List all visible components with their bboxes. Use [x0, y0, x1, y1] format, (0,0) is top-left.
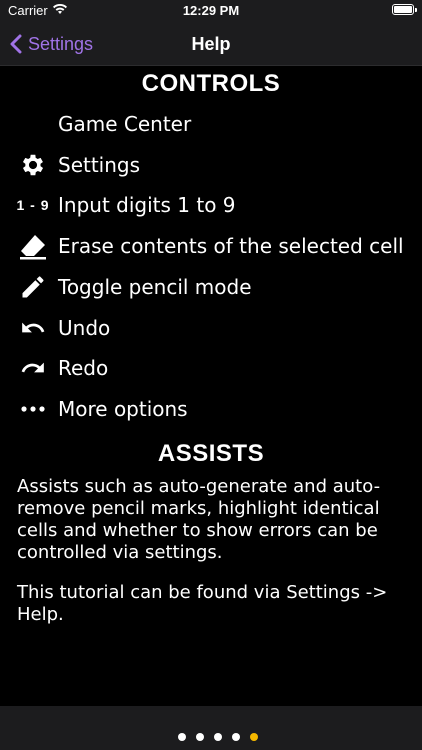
pager-bar	[0, 706, 422, 750]
page-dot[interactable]	[232, 733, 240, 741]
digits-icon-text: 1 - 9	[16, 197, 50, 213]
control-row-settings: Settings	[0, 145, 422, 185]
more-options-icon	[18, 394, 48, 424]
battery-icon	[392, 4, 417, 15]
control-row-redo: Redo	[0, 348, 422, 388]
control-row-digits: 1 - 9 Input digits 1 to 9	[0, 185, 422, 225]
control-label: Erase contents of the selected cell	[58, 234, 404, 258]
control-label: Redo	[58, 356, 109, 380]
control-label: Input digits 1 to 9	[58, 193, 236, 217]
control-label: More options	[58, 397, 188, 421]
navigation-bar: Settings Help	[0, 22, 422, 66]
page-dot-active[interactable]	[250, 733, 258, 741]
control-row-game-center: Game Center	[0, 104, 422, 144]
control-row-undo: Undo	[0, 308, 422, 348]
control-row-erase: Erase contents of the selected cell	[0, 226, 422, 266]
gear-icon	[18, 150, 48, 180]
assists-heading: ASSISTS	[157, 440, 265, 467]
tutorial-location-paragraph: This tutorial can be found via Settings …	[17, 582, 388, 625]
digits-icon: 1 - 9	[16, 190, 50, 220]
undo-icon	[18, 313, 48, 343]
control-row-more-options: More options	[0, 389, 422, 429]
page-title: Help	[191, 34, 231, 54]
page-dot[interactable]	[178, 733, 186, 741]
control-label: Toggle pencil mode	[58, 275, 252, 299]
pencil-icon	[18, 272, 48, 302]
controls-heading: CONTROLS	[141, 70, 281, 97]
control-label: Undo	[58, 316, 111, 340]
page-dot[interactable]	[214, 733, 222, 741]
control-label: Game Center	[58, 112, 192, 136]
control-label: Settings	[58, 153, 141, 177]
page-dot[interactable]	[196, 733, 204, 741]
eraser-icon	[18, 231, 48, 261]
game-center-icon	[18, 109, 48, 139]
status-bar: Carrier 12:29 PM	[0, 0, 422, 22]
redo-icon	[18, 353, 48, 383]
clock: 12:29 PM	[182, 3, 240, 18]
control-row-pencil: Toggle pencil mode	[0, 267, 422, 307]
assists-paragraph: Assists such as auto-generate and auto-r…	[17, 476, 381, 563]
page-indicator[interactable]	[0, 733, 422, 741]
